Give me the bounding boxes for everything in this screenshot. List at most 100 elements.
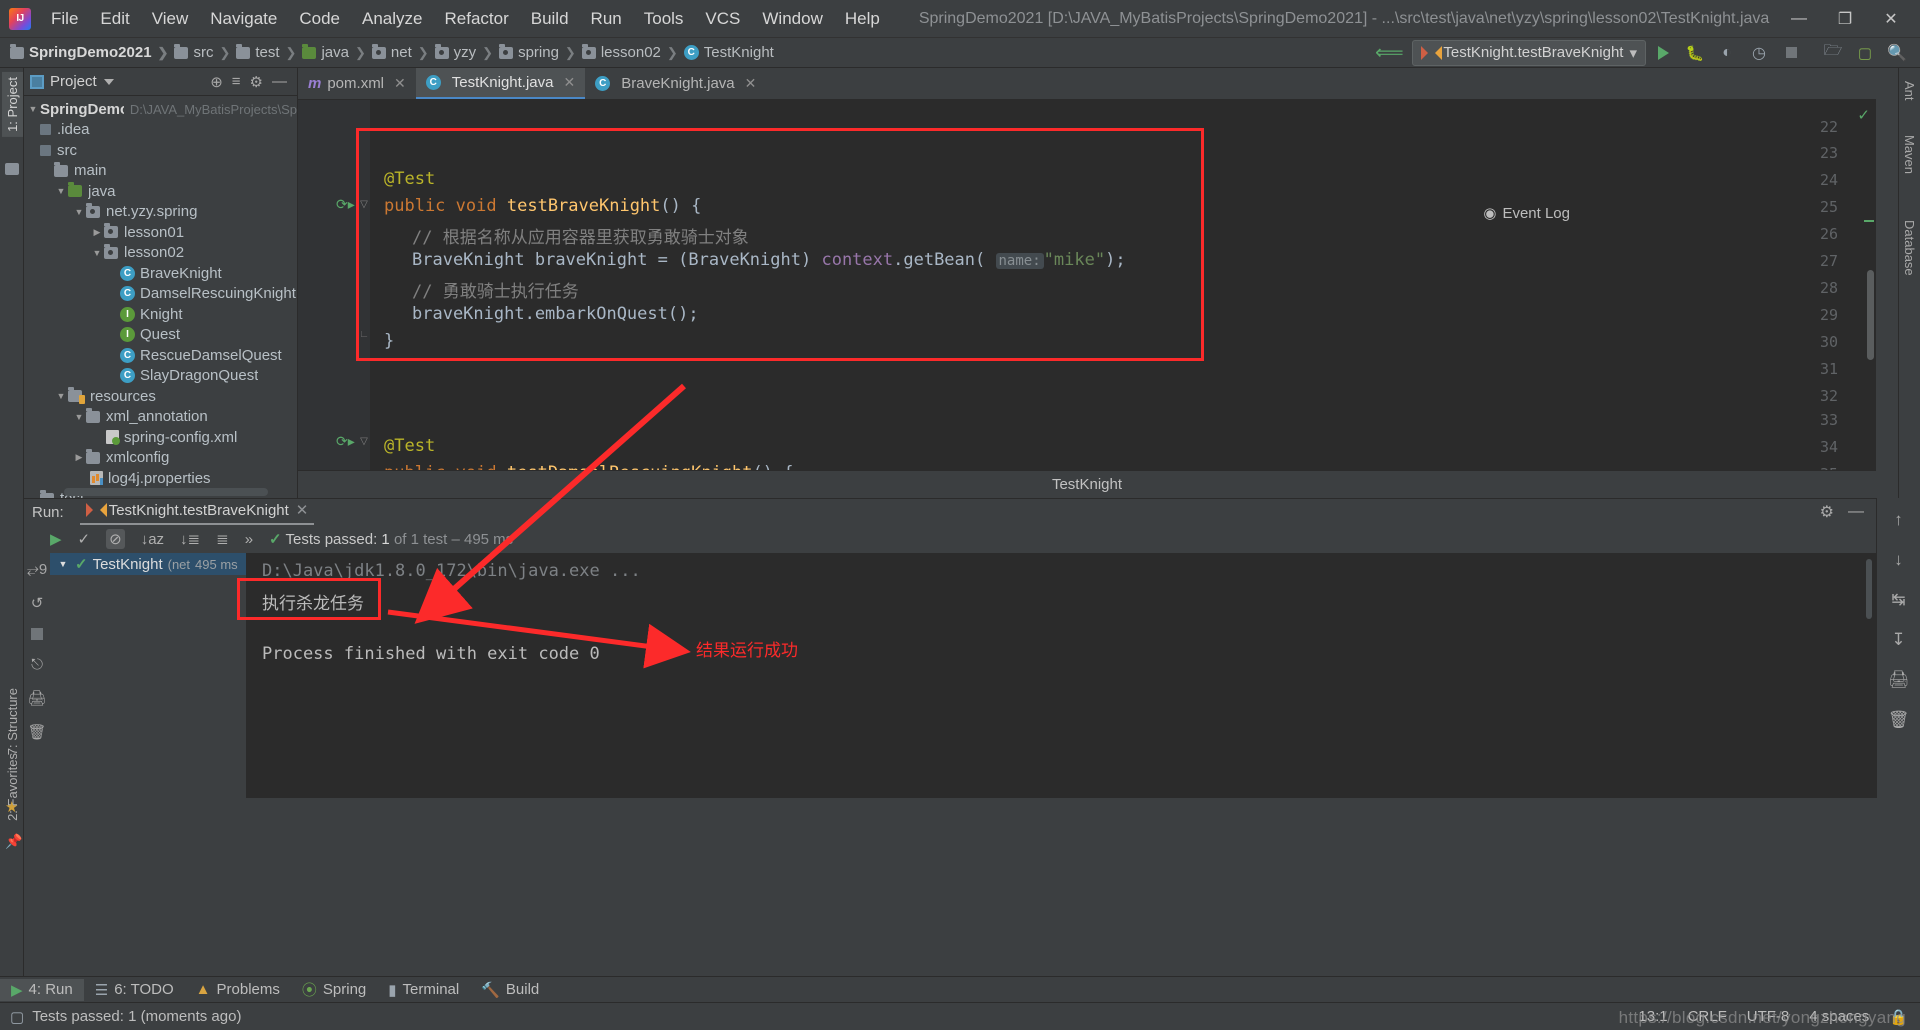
expand-arrow-icon[interactable] [26, 104, 40, 114]
tree-row-package-netyzyspring[interactable]: net.yzy.spring [24, 202, 297, 223]
collapse-arrow-icon[interactable] [90, 227, 104, 238]
expand-all-icon[interactable]: ≣ [216, 530, 229, 548]
clear-all-icon[interactable]: 🗑 [1888, 710, 1910, 730]
event-log-button[interactable]: ◉ Event Log [1483, 204, 1570, 223]
tree-row-springconfigxml[interactable]: spring-config.xml [24, 427, 297, 448]
stop-button[interactable] [1776, 40, 1806, 66]
rerun-icon[interactable]: ▶ [50, 530, 62, 548]
expand-arrow-icon[interactable] [54, 391, 68, 401]
expand-arrow-icon[interactable] [54, 186, 68, 196]
scroll-up-icon[interactable]: ↑ [1894, 510, 1903, 530]
tree-row-lesson02[interactable]: lesson02 [24, 243, 297, 264]
run-test-gutter-icon-line34[interactable]: ⟳▸ [336, 433, 355, 451]
breadcrumb-item-src[interactable]: src ❯ [174, 43, 236, 61]
console-output[interactable]: D:\Java\jdk1.8.0_172\bin\java.exe ... 执行… [246, 553, 1876, 798]
test-result-tree[interactable]: ✓ TestKnight (net 495 ms [50, 553, 246, 798]
menu-run[interactable]: Run [580, 6, 633, 32]
tree-row-knight[interactable]: I Knight [24, 304, 297, 325]
menu-analyze[interactable]: Analyze [351, 6, 433, 32]
menu-bar[interactable]: File Edit View Navigate Code Analyze Ref… [40, 6, 891, 32]
restart-icon[interactable]: ↺ [31, 594, 44, 612]
tab-braveknight-java[interactable]: C BraveKnight.java ✕ [585, 68, 766, 99]
scroll-to-end-icon[interactable]: ↧ [1891, 630, 1905, 650]
project-horizontal-scrollbar[interactable] [64, 488, 268, 496]
editor-gutter[interactable] [298, 100, 370, 470]
menu-code[interactable]: Code [288, 6, 351, 32]
sort-alphabetically-icon[interactable]: ↓​a​z [141, 531, 164, 548]
print-icon[interactable]: 🖨 [27, 689, 46, 707]
bottom-tab-run[interactable]: ▶ 4: Run [0, 978, 84, 1001]
breadcrumb-item-spring[interactable]: spring ❯ [499, 43, 582, 61]
gear-icon[interactable]: ⚙ [250, 73, 263, 91]
gear-icon[interactable]: ⚙ [1820, 502, 1834, 522]
menu-edit[interactable]: Edit [89, 6, 140, 32]
bottom-tab-build[interactable]: 🔨 Build [470, 979, 550, 1001]
menu-help[interactable]: Help [834, 6, 891, 32]
minimize-button[interactable]: — [1776, 2, 1822, 36]
expand-arrow-icon[interactable] [56, 559, 70, 569]
menu-refactor[interactable]: Refactor [433, 6, 519, 32]
maximize-button[interactable]: ❐ [1822, 2, 1868, 36]
sidebar-tab-structure[interactable]: 7: Structure [0, 688, 24, 755]
fold-region-icon-line25[interactable]: ▽ [358, 199, 370, 210]
close-icon[interactable]: ✕ [394, 75, 406, 92]
menu-view[interactable]: View [141, 6, 200, 32]
trash-icon[interactable]: 🗑 [27, 723, 46, 741]
tree-row-xmlconfig[interactable]: xmlconfig [24, 448, 297, 469]
fold-region-icon-line34[interactable]: ▽ [358, 436, 370, 447]
hide-panel-icon[interactable]: — [272, 73, 287, 90]
tree-row-java[interactable]: java [24, 181, 297, 202]
dump-threads-icon[interactable]: ⎋ [31, 656, 43, 673]
file-encoding[interactable]: UTF-8 [1747, 1008, 1790, 1025]
tree-row-quest[interactable]: I Quest [24, 325, 297, 346]
breadcrumb-item-project[interactable]: SpringDemo2021 ❯ [10, 43, 174, 61]
open-project-button[interactable]: 🗁 [1818, 40, 1848, 66]
sidebar-tab-project[interactable]: 1: Project [0, 72, 24, 137]
menu-vcs[interactable]: VCS [694, 6, 751, 32]
tree-row-lesson01[interactable]: lesson01 [24, 222, 297, 243]
editor-vertical-scrollbar[interactable] [1867, 270, 1874, 360]
more-actions-icon[interactable]: » [245, 531, 253, 548]
tree-row-damselrescuingknight[interactable]: C DamselRescuingKnight [24, 284, 297, 305]
scroll-down-icon[interactable]: ↓ [1894, 550, 1903, 570]
tab-testknight-java[interactable]: C TestKnight.java ✕ [415, 68, 586, 99]
bottom-tab-terminal[interactable]: ▮ Terminal [377, 979, 470, 1001]
breadcrumb-item-testknight[interactable]: C TestKnight [683, 44, 774, 61]
tree-row-rescuedamselquest[interactable]: C RescueDamselQuest [24, 345, 297, 366]
tree-row-log4jproperties[interactable]: log4j.properties [24, 468, 297, 489]
locate-target-icon[interactable]: ⊕ [210, 73, 223, 91]
breadcrumb-item-java[interactable]: java ❯ [302, 43, 371, 61]
tree-row-braveknight[interactable]: C BraveKnight [24, 263, 297, 284]
run-test-gutter-icon-line25[interactable]: ⟳▸ [336, 196, 355, 214]
run-button[interactable] [1648, 40, 1678, 66]
profile-button[interactable]: ◷ [1744, 40, 1774, 66]
hide-panel-icon[interactable]: — [1848, 503, 1864, 521]
breadcrumb-item-test[interactable]: test ❯ [236, 43, 302, 61]
sort-by-duration-icon[interactable]: ↓≣ [180, 530, 200, 548]
tree-row-root[interactable]: SpringDemo2021 D:\JAVA_MyBatisProjects\S… [24, 99, 297, 120]
breadcrumb-item-net[interactable]: net ❯ [371, 43, 435, 61]
sidebar-tab-database[interactable]: Database [1899, 213, 1920, 288]
chevron-down-icon[interactable] [103, 78, 114, 85]
tree-row-src[interactable]: src [24, 140, 297, 161]
expand-arrow-icon[interactable] [72, 207, 86, 217]
expand-arrow-icon[interactable] [72, 412, 86, 422]
menu-build[interactable]: Build [520, 6, 580, 32]
fold-end-icon[interactable]: ∟ [358, 329, 370, 340]
close-button[interactable]: ✕ [1868, 2, 1914, 36]
test-tree-row-testknight[interactable]: ✓ TestKnight (net 495 ms [50, 553, 246, 575]
expand-arrow-icon[interactable] [90, 248, 104, 258]
bottom-tab-todo[interactable]: ☰ 6: TODO [84, 979, 185, 1001]
tree-row-idea[interactable]: .idea [24, 120, 297, 141]
collapse-arrow-icon[interactable] [72, 452, 86, 463]
search-everywhere-button[interactable]: 🔍 [1882, 40, 1912, 66]
run-configuration-selector[interactable]: TestKnight.testBraveKnight ▾ [1412, 39, 1646, 66]
hide-passed-icon[interactable]: ⊘ [106, 529, 125, 549]
menu-window[interactable]: Window [751, 6, 833, 32]
indent-setting[interactable]: 4 spaces [1809, 1008, 1869, 1025]
close-icon[interactable]: ✕ [564, 74, 576, 91]
show-passed-icon[interactable]: ✓ [78, 530, 91, 548]
tree-row-slaydragonquest[interactable]: C SlayDragonQuest [24, 366, 297, 387]
coverage-button[interactable]: ◐ [1712, 40, 1742, 66]
sidebar-tab-ant[interactable]: Ant [1899, 74, 1920, 113]
